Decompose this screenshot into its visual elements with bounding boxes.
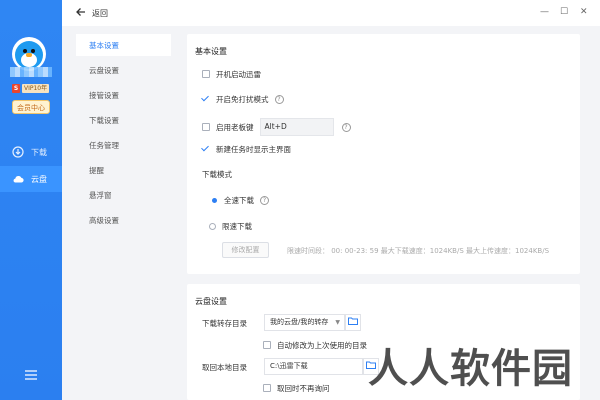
show-main-option[interactable]: 新建任务时显示主界面 — [202, 143, 291, 155]
username-blurred — [10, 67, 52, 77]
settings-nav-download[interactable]: 下载设置 — [76, 109, 171, 131]
no-ask-option[interactable]: 取回时不再询问 — [263, 382, 330, 394]
nav-cloud-label: 云盘 — [31, 174, 47, 184]
download-mode-title: 下载模式 — [202, 169, 232, 179]
user-avatar[interactable] — [12, 37, 46, 71]
local-dir-label: 取回本地目录 — [202, 363, 247, 372]
show-main-checkbox[interactable] — [202, 145, 210, 153]
settings-nav-tasks[interactable]: 任务管理 — [76, 134, 171, 156]
basic-settings-title: 基本设置 — [195, 47, 227, 56]
auto-start-checkbox[interactable] — [202, 70, 210, 78]
vip-s-icon: S — [12, 83, 20, 93]
watermark: 人人软件园 — [368, 345, 573, 392]
member-center-button[interactable]: 会员中心 — [12, 100, 50, 114]
help-icon[interactable]: ? — [274, 94, 284, 104]
settings-nav-advanced[interactable]: 高级设置 — [76, 209, 171, 231]
help-icon[interactable]: ? — [260, 195, 269, 205]
boss-key-label: 启用老板键 — [216, 122, 254, 132]
folder-icon[interactable] — [345, 314, 361, 331]
auto-modify-label: 自动修改为上次使用的目录 — [277, 340, 367, 350]
save-dir-value: 我的云盘/我的转存 — [270, 318, 329, 326]
vip-years-tag: VIP10年 — [22, 83, 50, 93]
auto-start-option[interactable]: 开机启动迅雷 — [202, 68, 261, 80]
speed-limits-text: 限速时间段： 00: 00-23: 59 最大下载速度：1024KB/S 最大上… — [287, 247, 550, 255]
local-dir-input[interactable]: C:\迅雷下载 — [264, 358, 363, 375]
no-ask-label: 取回时不再询问 — [277, 383, 330, 393]
limited-speed-option[interactable]: 限速下载 — [209, 220, 252, 232]
nav-download-label: 下载 — [31, 147, 47, 157]
settings-nav-reminder[interactable]: 提醒 — [76, 159, 171, 181]
auto-modify-checkbox[interactable] — [263, 341, 271, 349]
back-arrow-icon[interactable] — [76, 7, 86, 20]
maximize-button[interactable]: ☐ — [560, 7, 568, 17]
nav-cloud[interactable]: 云盘 — [0, 166, 62, 192]
settings-nav-takeover[interactable]: 接管设置 — [76, 84, 171, 106]
auto-start-label: 开机启动迅雷 — [216, 69, 261, 79]
bird-mascot-icon — [15, 41, 43, 69]
no-disturb-option[interactable]: 开启免打扰模式 ? — [202, 93, 284, 105]
back-button[interactable]: 返回 — [92, 8, 108, 19]
modify-config-button[interactable]: 修改配置 — [222, 242, 269, 258]
save-dir-select[interactable]: 我的云盘/我的转存 ▼ — [264, 314, 345, 331]
settings-nav: 基本设置 云盘设置 接管设置 下载设置 任务管理 提醒 悬浮窗 高级设置 — [76, 34, 171, 400]
download-icon — [12, 146, 24, 158]
cloud-settings-title: 云盘设置 — [195, 297, 227, 306]
close-button[interactable]: ✕ — [580, 7, 588, 17]
chevron-down-icon: ▼ — [335, 319, 340, 326]
full-speed-label: 全速下载 — [224, 195, 254, 205]
title-bar: 返回 — ☐ ✕ — [62, 0, 600, 26]
minimize-button[interactable]: — — [540, 7, 549, 17]
limited-speed-label: 限速下载 — [222, 221, 252, 231]
save-dir-label: 下载转存目录 — [202, 319, 247, 328]
no-ask-checkbox[interactable] — [263, 384, 271, 392]
show-main-label: 新建任务时显示主界面 — [216, 144, 291, 154]
basic-settings-panel: 基本设置 开机启动迅雷 开启免打扰模式 ? 启用老板键 Alt+D ? 新建任务… — [187, 34, 580, 274]
settings-nav-cloud[interactable]: 云盘设置 — [76, 59, 171, 81]
help-icon[interactable]: ? — [341, 122, 351, 132]
full-speed-radio[interactable] — [212, 197, 217, 203]
full-speed-option[interactable]: 全速下载 ? — [211, 194, 269, 206]
boss-key-option[interactable]: 启用老板键 Alt+D ? — [202, 118, 351, 136]
auto-modify-option[interactable]: 自动修改为上次使用的目录 — [263, 339, 367, 351]
boss-key-input[interactable]: Alt+D — [259, 118, 334, 136]
limited-speed-radio[interactable] — [209, 222, 216, 230]
menu-icon[interactable] — [25, 370, 37, 380]
vip-badge: S VIP10年 — [12, 83, 50, 93]
no-disturb-label: 开启免打扰模式 — [216, 94, 269, 104]
cloud-icon — [13, 175, 24, 183]
settings-nav-basic[interactable]: 基本设置 — [76, 34, 171, 56]
settings-nav-floating-window[interactable]: 悬浮窗 — [76, 184, 171, 206]
boss-key-checkbox[interactable] — [202, 123, 210, 131]
sidebar: S VIP10年 会员中心 下载 云盘 — [0, 0, 62, 400]
nav-download[interactable]: 下载 — [0, 139, 62, 165]
no-disturb-checkbox[interactable] — [202, 95, 210, 103]
